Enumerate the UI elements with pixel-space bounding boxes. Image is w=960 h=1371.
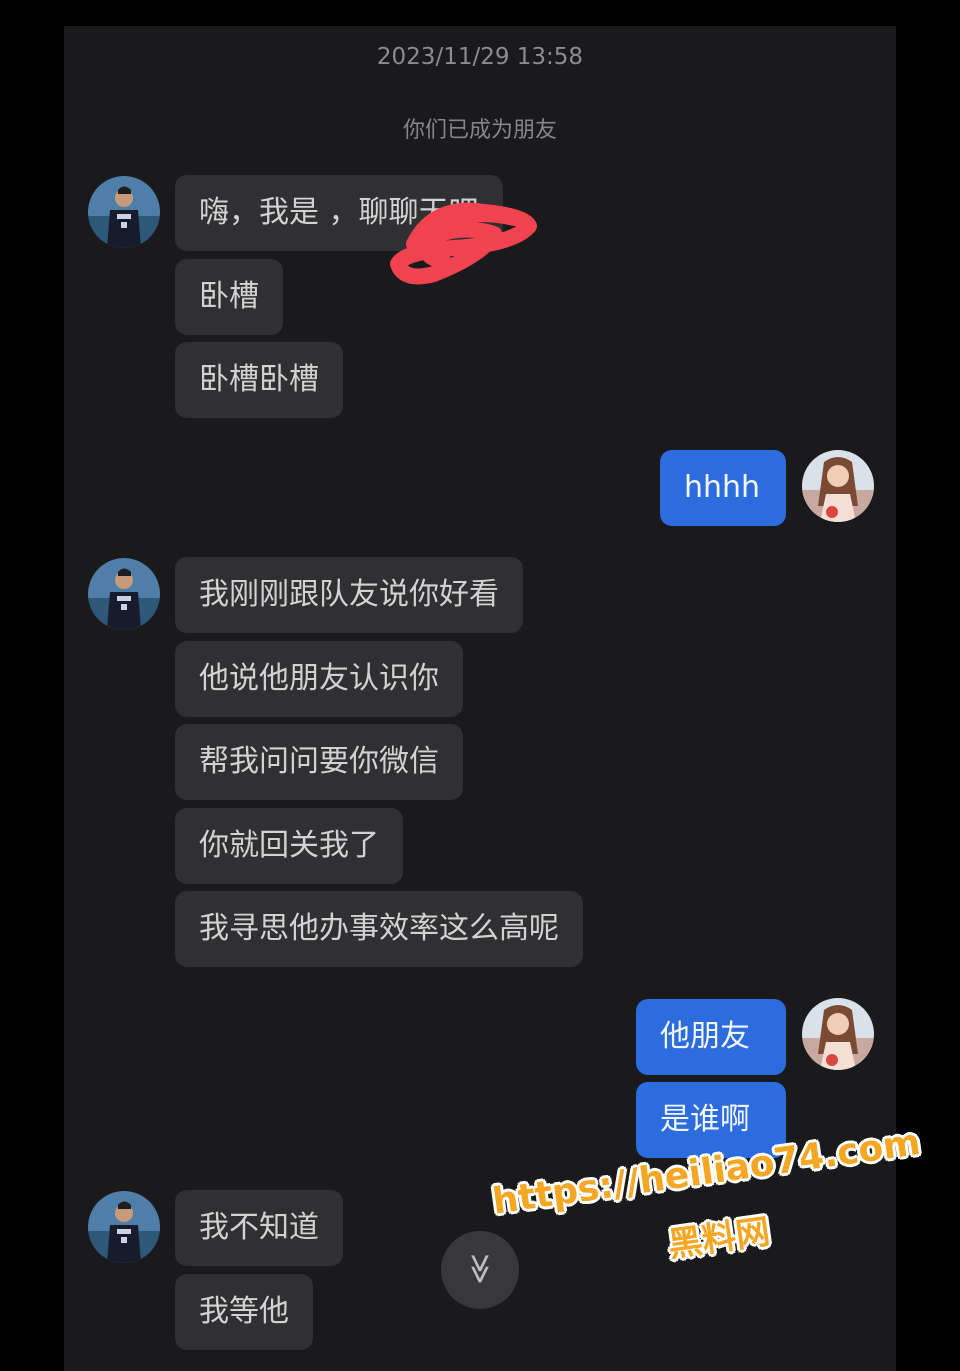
message-bubble-other: 我寻思他办事效率这么高呢 xyxy=(175,891,583,967)
message-bubble-other: 我刚刚跟队友说你好看 xyxy=(175,557,523,633)
double-chevron-down-icon: ≫ xyxy=(463,1253,498,1285)
message-bubble-other: 卧槽 xyxy=(175,259,283,335)
contact-avatar[interactable] xyxy=(88,1191,160,1263)
message-bubble-me: 是谁啊 xyxy=(636,1082,786,1158)
message-bubble-other: 嗨，我是 ，聊聊天吧 xyxy=(175,175,503,251)
message-bubble-other: 卧槽卧槽 xyxy=(175,342,343,418)
chat-screen: 2023/11/29 13:58 你们已成为朋友 嗨，我是 ，聊聊天吧 卧槽 卧… xyxy=(64,26,896,1371)
message-bubble-other: 你就回关我了 xyxy=(175,808,403,884)
my-avatar[interactable] xyxy=(802,998,874,1070)
chat-timestamp: 2023/11/29 13:58 xyxy=(376,44,584,70)
my-avatar[interactable] xyxy=(802,450,874,522)
system-message: 你们已成为朋友 xyxy=(402,118,557,143)
message-bubble-me: 他朋友 xyxy=(636,999,786,1075)
message-bubble-me: hhhh xyxy=(660,450,786,526)
contact-avatar[interactable] xyxy=(88,558,160,630)
message-bubble-other: 我不知道 xyxy=(175,1190,343,1266)
message-bubble-other: 帮我问问要你微信 xyxy=(175,724,463,800)
scroll-to-bottom-button[interactable]: ≫ xyxy=(441,1231,519,1309)
message-bubble-other: 他说他朋友认识你 xyxy=(175,641,463,717)
contact-avatar[interactable] xyxy=(88,176,160,248)
message-bubble-other: 我等他 xyxy=(175,1274,313,1350)
